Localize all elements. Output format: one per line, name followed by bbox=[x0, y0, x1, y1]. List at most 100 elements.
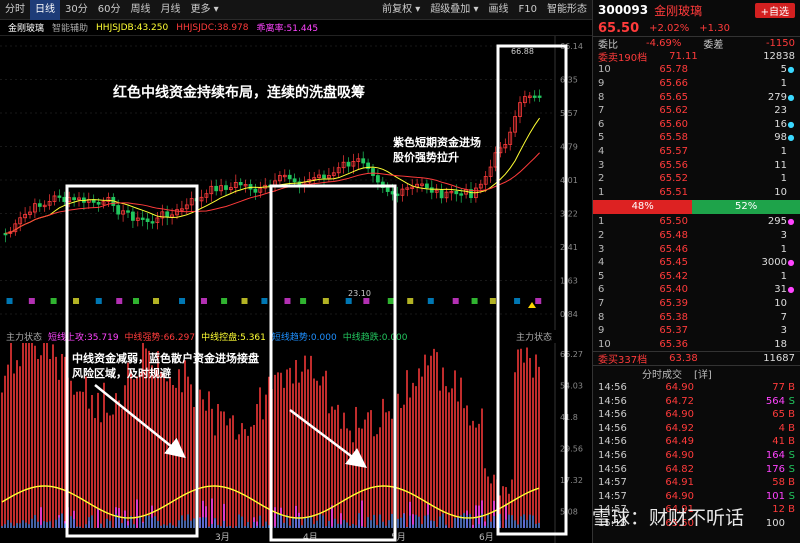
ask-row: 5 65.58 98 ● bbox=[598, 132, 795, 144]
legend-l2: 中线强势:66.297 bbox=[124, 332, 196, 343]
side-price: 65.50 +2.02% +1.30 bbox=[598, 20, 730, 36]
signal-marker bbox=[221, 298, 228, 304]
candle bbox=[439, 189, 444, 199]
candle bbox=[395, 193, 400, 196]
bid-row: 4 65.45 3000 ● bbox=[598, 257, 795, 269]
toolbar-item-2[interactable]: 30分 bbox=[60, 0, 93, 20]
tick-row: 14:56 64.90 77 B bbox=[598, 381, 795, 393]
candle bbox=[130, 211, 135, 221]
toolbar-item-7[interactable]: 前复权 ▾ bbox=[377, 0, 425, 20]
toolbar-item-10[interactable]: F10 bbox=[514, 0, 542, 20]
toolbar-item-11[interactable]: 智能形态 bbox=[542, 0, 592, 20]
price-axis-label: 3.22 bbox=[560, 210, 578, 219]
ask-row: 10 65.78 5 ● bbox=[598, 64, 795, 76]
annotation-red-capital: 红色中线资金持续布局，连续的洗盘吸筹 bbox=[113, 85, 365, 101]
candle bbox=[424, 183, 429, 189]
toolbar-item-5[interactable]: 月线 bbox=[155, 0, 185, 20]
ask-row: 7 65.62 23 bbox=[598, 105, 787, 117]
signal-marker bbox=[73, 298, 80, 304]
signal-marker bbox=[28, 298, 35, 304]
hhjsjdc-value: HHJSJDC:38.978 bbox=[176, 22, 249, 33]
tick-row: 14:56 64.92 4 B bbox=[598, 422, 795, 434]
signal-marker bbox=[363, 298, 370, 304]
candle bbox=[145, 218, 150, 223]
bid-row: 6 65.40 31 ● bbox=[598, 284, 795, 296]
candle bbox=[224, 185, 228, 190]
indicator-right-title: 主力状态 bbox=[515, 332, 552, 343]
candle bbox=[371, 168, 375, 176]
signal-marker bbox=[241, 298, 248, 304]
indicator-axis-label: 5.08 bbox=[560, 508, 578, 517]
ask-row: 2 65.52 1 bbox=[598, 173, 787, 185]
signal-marker bbox=[95, 298, 102, 304]
signal-marker bbox=[133, 298, 140, 304]
signal-marker bbox=[387, 298, 394, 304]
ask-row: 3 65.56 11 bbox=[598, 159, 787, 171]
signal-marker bbox=[284, 298, 291, 304]
candle bbox=[292, 178, 297, 183]
signal-marker bbox=[535, 298, 542, 304]
bid-row: 5 65.42 1 bbox=[598, 270, 787, 282]
price-axis-label: 6.35 bbox=[560, 76, 578, 85]
signal-marker bbox=[452, 298, 459, 304]
candle bbox=[375, 175, 380, 183]
toolbar-item-6[interactable]: 更多 ▾ bbox=[185, 0, 223, 20]
side-committee: 委比 -4.69% 委差 -1150 bbox=[593, 36, 800, 51]
candle bbox=[150, 221, 155, 224]
side-sell-summary: 委卖190档 71.11 12838 bbox=[598, 50, 795, 64]
side-buy-summary: 委买337档 63.38 11687 bbox=[593, 351, 800, 366]
price-axis-label: 66.14 bbox=[560, 42, 583, 51]
candle bbox=[346, 161, 351, 167]
candle bbox=[248, 184, 253, 190]
indicator-title: 主力状态 bbox=[6, 332, 43, 343]
price-axis-label: 4.01 bbox=[560, 176, 578, 185]
signal-marker bbox=[153, 298, 160, 304]
ask-row: 4 65.57 1 bbox=[598, 146, 787, 158]
tick-row: 14:56 64.49 41 B bbox=[598, 436, 795, 448]
price-axis-label: 2.41 bbox=[560, 243, 578, 252]
candle bbox=[537, 95, 542, 98]
candle bbox=[429, 187, 434, 193]
candle bbox=[116, 205, 121, 215]
candlestick-plot[interactable]: 66.14 6.35 5.57 4.79 4.01 3.22 2.41 1.63 0.84 66.… bbox=[0, 36, 592, 330]
price-axis-label: 4.79 bbox=[560, 143, 578, 152]
month-label: 4月 bbox=[303, 532, 318, 543]
month-label: 6月 bbox=[479, 532, 494, 543]
toolbar-item-8[interactable]: 超级叠加 ▾ bbox=[425, 0, 483, 20]
candle bbox=[459, 193, 464, 196]
signal-marker bbox=[322, 298, 329, 304]
price-axis-label: 0.84 bbox=[560, 310, 578, 319]
legend-l5: 中线趋跌:0.000 bbox=[342, 332, 408, 343]
toolbar-item-4[interactable]: 周线 bbox=[125, 0, 155, 20]
candle bbox=[238, 182, 243, 186]
legend-l1: 短线上攻:35.719 bbox=[48, 332, 119, 343]
toolbar-item-1[interactable]: 日线 bbox=[30, 0, 60, 20]
stock-name-label: 金刚玻璃 bbox=[8, 24, 45, 34]
bid-row: 1 65.50 295 ● bbox=[598, 216, 795, 228]
candle bbox=[390, 191, 395, 195]
signal-marker bbox=[6, 298, 13, 304]
candle bbox=[322, 174, 326, 179]
assist-label[interactable]: 智能辅助 bbox=[52, 21, 88, 34]
month-label: 5月 bbox=[391, 532, 406, 543]
toolbar-item-0[interactable]: 分时 bbox=[0, 0, 30, 20]
toolbar-item-3[interactable]: 60分 bbox=[93, 0, 126, 20]
kline-chart-area[interactable]: 分时 日线 30分 60分 周线 月线 更多 ▾ 前复权 ▾ 超级叠加 ▾ 画线 F10 智能形态 金… bbox=[0, 0, 592, 543]
candle bbox=[287, 174, 292, 180]
bid-row: 7 65.39 10 bbox=[598, 297, 787, 309]
candle bbox=[37, 203, 42, 207]
bid-row: 3 65.46 1 bbox=[598, 243, 787, 255]
indicator-info-bar: 金刚玻璃 智能辅助 HHJSJDB:43.250 HHJSJDC:38.978 … bbox=[0, 20, 592, 36]
toolbar-item-9[interactable]: 画线 bbox=[484, 0, 514, 20]
candle bbox=[454, 190, 459, 195]
side-header: 300093 金刚玻璃 +自选 bbox=[593, 0, 800, 20]
tick-row: 14:56 64.90 65 B bbox=[598, 409, 795, 421]
gap-value: 乖离率:51.445 bbox=[256, 24, 319, 34]
candle bbox=[72, 197, 76, 201]
annotation-risk: 中线资金减弱，蓝色散户资金进场接盘 风险区域，及时规避 bbox=[72, 352, 259, 380]
hhjsjdb-value: HHJSJDB:43.250 bbox=[96, 22, 169, 33]
candle bbox=[96, 201, 101, 205]
price-axis-label: 5.57 bbox=[560, 109, 578, 118]
signal-marker bbox=[200, 298, 207, 304]
signal-marker bbox=[471, 298, 478, 304]
